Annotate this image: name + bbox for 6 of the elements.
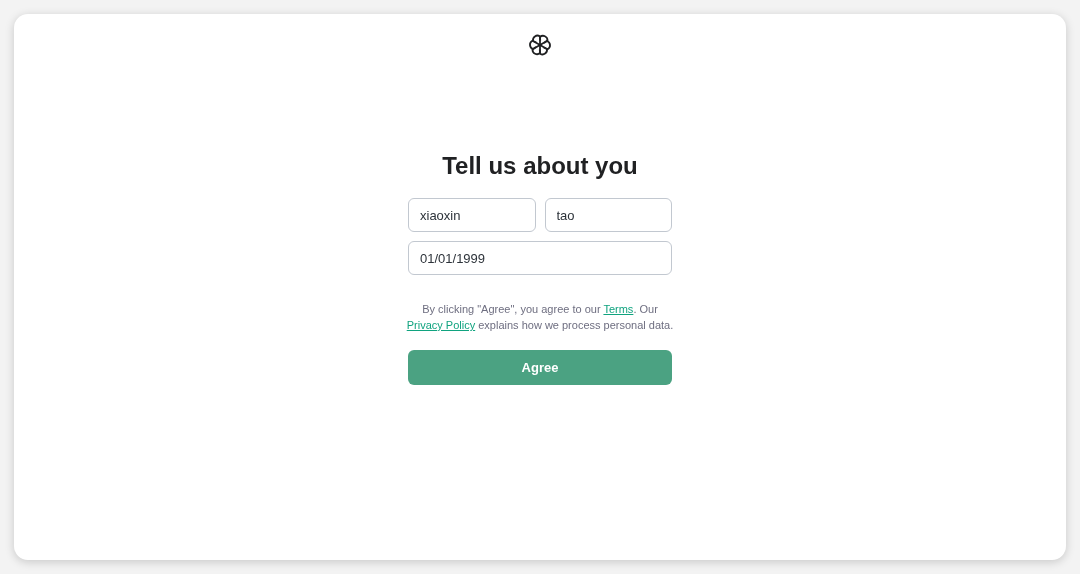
input-field[interactable]: xiaoxin (408, 198, 536, 232)
input-field[interactable]: tao (544, 198, 672, 232)
legal-notice: By clicking "Agree", you agree to our Terms. Our Privacy Policy explains how we process personal data. (405, 302, 675, 333)
input-field[interactable]: 01/01/1999 (408, 241, 672, 275)
page-title: Tell us about you (442, 151, 638, 181)
knot-logo-icon (527, 32, 553, 58)
